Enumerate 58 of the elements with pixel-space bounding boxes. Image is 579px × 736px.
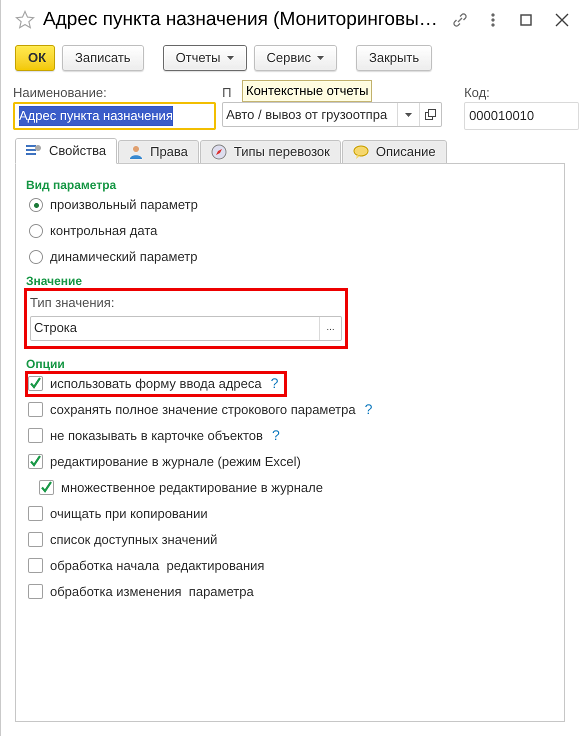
- menu-button[interactable]: Отчеты: [162, 45, 246, 71]
- toolbar-button[interactable]: Записать: [62, 45, 144, 71]
- ok-button[interactable]: ОК: [15, 45, 55, 71]
- radio-button[interactable]: [29, 198, 43, 212]
- checkbox-label[interactable]: множественное редактирование в журнале: [61, 478, 323, 498]
- tab[interactable]: Описание: [342, 140, 447, 164]
- more-icon[interactable]: [489, 11, 497, 29]
- checkbox[interactable]: [28, 454, 43, 469]
- toolbar-button[interactable]: Закрыть: [356, 45, 432, 71]
- caret-icon: [317, 56, 324, 60]
- field-label: Код:: [464, 84, 490, 99]
- checkbox[interactable]: [28, 584, 43, 599]
- checkbox[interactable]: [39, 480, 54, 495]
- list-icon: [26, 144, 42, 158]
- checkbox[interactable]: [28, 402, 43, 417]
- checkbox[interactable]: [28, 558, 43, 573]
- field-label: Тип значения:: [30, 294, 116, 312]
- radio-button[interactable]: [29, 250, 43, 264]
- checkbox[interactable]: [28, 428, 43, 443]
- person-icon: [129, 145, 144, 159]
- tab[interactable]: Типы перевозок: [200, 140, 341, 164]
- radio-label[interactable]: контрольная дата: [50, 221, 158, 241]
- checkbox[interactable]: [28, 532, 43, 547]
- checkbox-label[interactable]: список доступных значений: [50, 530, 218, 550]
- maximize-icon[interactable]: [519, 13, 533, 27]
- section-title: Значение: [26, 273, 82, 288]
- checkbox-label[interactable]: редактирование в журнале (режим Excel): [50, 452, 301, 472]
- checkbox[interactable]: [28, 506, 43, 521]
- help-link[interactable]: ?: [364, 399, 372, 420]
- speech-bubble-icon: [352, 145, 369, 159]
- checkbox-label[interactable]: обработка начала редактирования: [50, 556, 264, 576]
- radio-label[interactable]: произвольный параметр: [50, 195, 198, 215]
- checkbox-label[interactable]: очищать при копировании: [50, 504, 208, 524]
- help-link[interactable]: ?: [270, 373, 278, 394]
- checkbox-label[interactable]: использовать форму ввода адреса: [50, 374, 262, 394]
- caret-icon: [226, 56, 234, 60]
- tab[interactable]: Свойства: [15, 138, 118, 164]
- tab[interactable]: Права: [118, 140, 199, 164]
- input-field[interactable]: Адрес пункта назначения: [13, 102, 216, 130]
- field-label: П: [222, 84, 232, 99]
- compass-icon: [210, 144, 227, 160]
- link-icon[interactable]: [451, 11, 469, 29]
- section-title: Опции: [26, 356, 65, 370]
- menu-button[interactable]: Сервис: [254, 45, 338, 71]
- checkbox-label[interactable]: не показывать в карточке объектов: [50, 426, 263, 446]
- checkbox[interactable]: [28, 376, 43, 391]
- help-link[interactable]: ?: [272, 425, 280, 446]
- input-field[interactable]: 000010010: [464, 102, 579, 130]
- star-icon[interactable]: [15, 10, 35, 30]
- radio-button[interactable]: [29, 224, 43, 238]
- checkbox-label[interactable]: сохранять полное значение строкового параметра: [50, 400, 356, 420]
- section-title: Вид параметра: [26, 177, 116, 192]
- close-icon[interactable]: [555, 13, 569, 27]
- tooltip: Контекстные отчеты: [242, 80, 372, 102]
- field-label: Наименование:: [13, 84, 107, 99]
- radio-label[interactable]: динамический параметр: [50, 247, 198, 267]
- window-title: Адрес пункта назначения (Мониторинговы…: [43, 8, 439, 32]
- checkbox-label[interactable]: обработка изменения параметра: [50, 582, 254, 602]
